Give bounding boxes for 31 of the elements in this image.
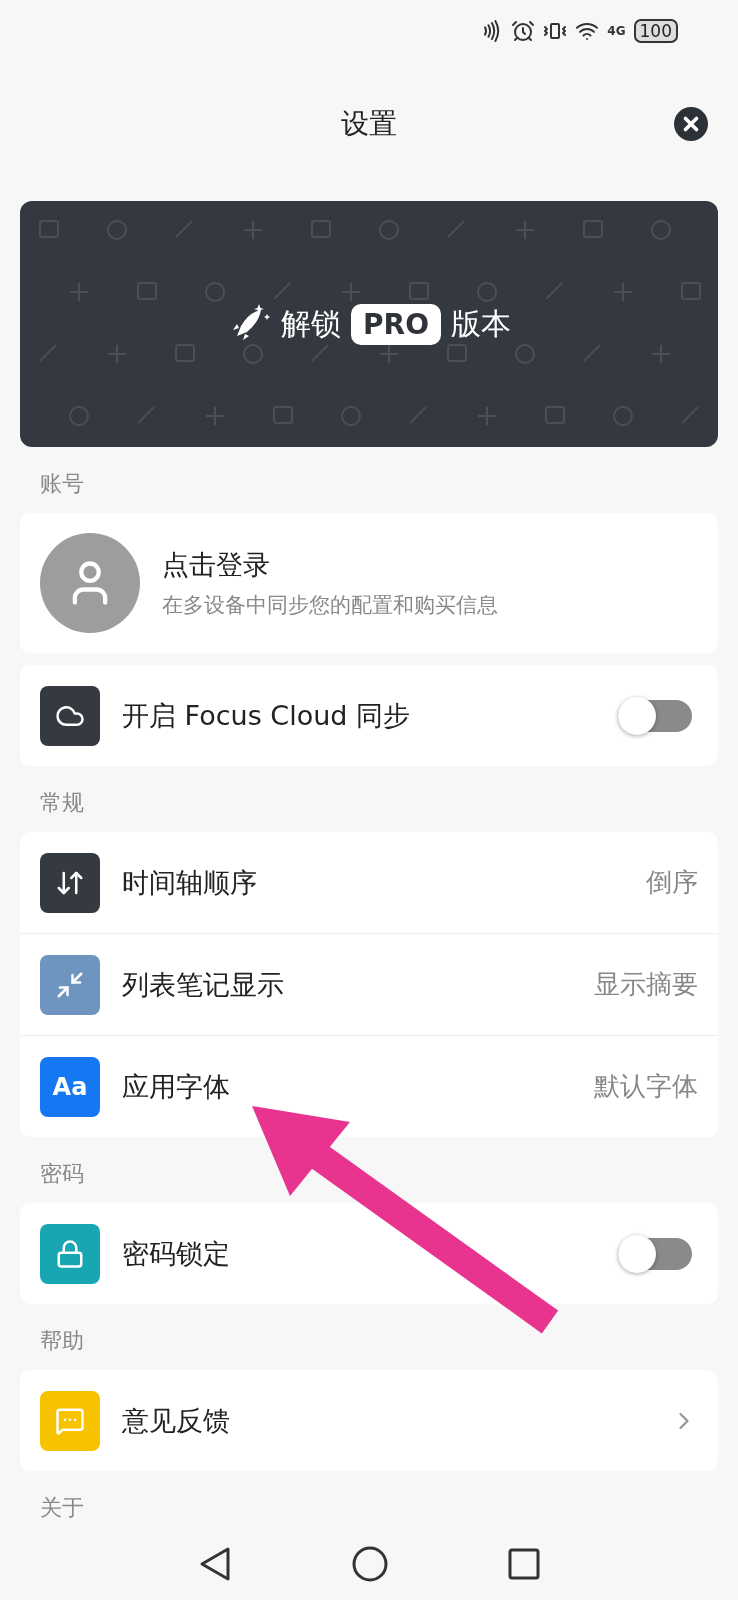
- toggle-switch[interactable]: [618, 1237, 692, 1270]
- home-icon[interactable]: [352, 1546, 388, 1582]
- banner-text: 版本: [450, 304, 511, 343]
- page-title: 设置: [341, 106, 397, 142]
- close-button[interactable]: [674, 107, 708, 141]
- login-subtitle: 在多设备中同步您的配置和购买信息: [162, 592, 499, 619]
- network-label: 4G: [607, 24, 626, 38]
- recents-icon[interactable]: [508, 1548, 540, 1580]
- setting-value[interactable]: 默认字体: [594, 1069, 698, 1104]
- toggle-switch[interactable]: [618, 699, 692, 732]
- setting-label[interactable]: 意见反馈: [122, 1402, 648, 1439]
- setting-label[interactable]: 密码锁定: [122, 1235, 596, 1272]
- setting-label[interactable]: 列表笔记显示: [122, 966, 572, 1003]
- section-label: 关于: [39, 1494, 85, 1522]
- setting-label[interactable]: 时间轴顺序: [122, 864, 624, 901]
- setting-value[interactable]: 显示摘要: [594, 967, 698, 1002]
- alarm-icon: [511, 19, 536, 43]
- section-label: 帮助: [39, 1327, 85, 1355]
- section-label: 密码: [39, 1160, 85, 1188]
- back-icon[interactable]: [198, 1546, 232, 1582]
- banner-text: 解锁: [281, 304, 342, 343]
- pro-banner[interactable]: 解锁 PRO 版本: [20, 201, 718, 447]
- pro-badge: PRO: [351, 303, 441, 345]
- section-label: 账号: [39, 470, 85, 498]
- setting-value[interactable]: 倒序: [646, 865, 698, 900]
- setting-label[interactable]: 应用字体: [122, 1068, 572, 1105]
- login-title[interactable]: 点击登录: [162, 547, 698, 583]
- setting-label[interactable]: 开启 Focus Cloud 同步: [122, 697, 596, 734]
- section-label: 常规: [39, 789, 85, 817]
- battery-indicator: 100: [633, 19, 678, 43]
- font-icon: Aa: [40, 1056, 100, 1117]
